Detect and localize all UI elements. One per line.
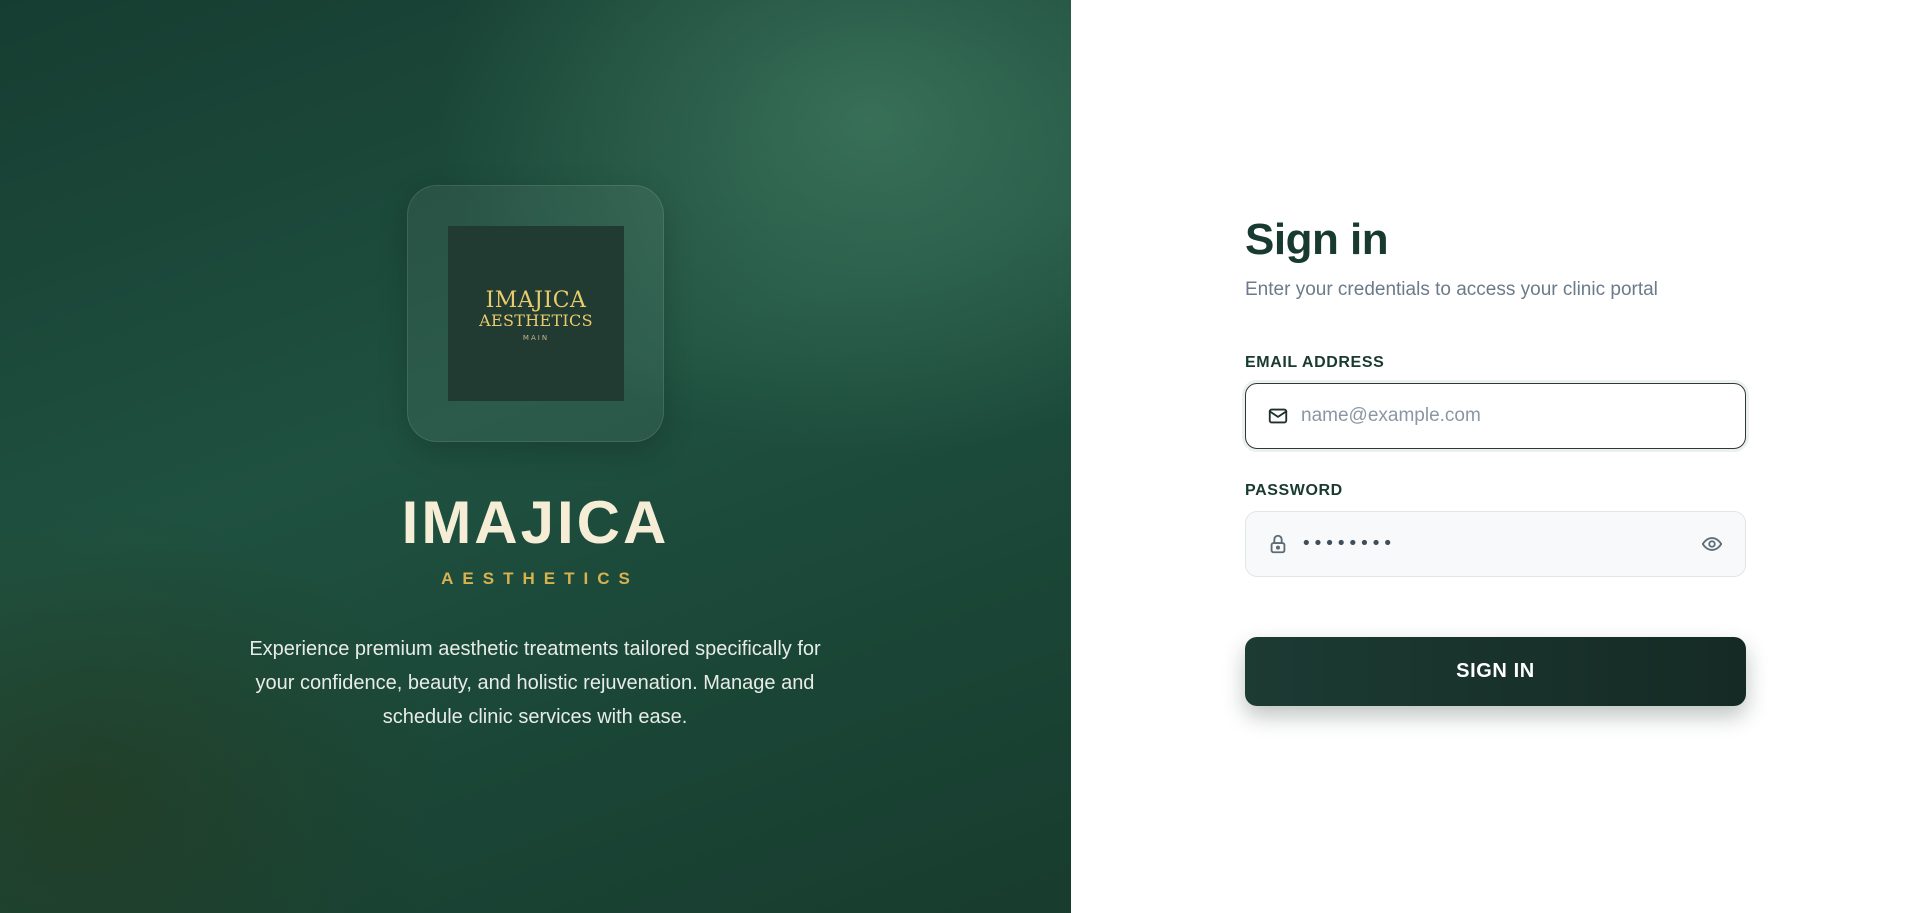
- email-field-wrapper[interactable]: [1245, 383, 1746, 449]
- password-label: PASSWORD: [1245, 482, 1343, 499]
- brand-logo: IMAJICA AESTHETICS MAIN: [448, 226, 624, 401]
- signin-panel: [1071, 0, 1916, 913]
- eye-icon[interactable]: [1699, 531, 1725, 557]
- logo-location: MAIN: [522, 333, 550, 342]
- logo-wordmark: IMAJICA: [485, 287, 587, 313]
- signin-title: Sign in: [1245, 215, 1389, 264]
- email-label: EMAIL ADDRESS: [1245, 354, 1385, 371]
- password-input[interactable]: ••••••••: [1301, 511, 1699, 577]
- logo-subword: AESTHETICS: [479, 310, 593, 330]
- mail-icon: [1267, 405, 1289, 427]
- password-field-wrapper[interactable]: ••••••••: [1245, 511, 1746, 577]
- lock-icon: [1267, 533, 1289, 555]
- brand-description: Experience premium aesthetic treatments …: [249, 638, 821, 728]
- email-input[interactable]: [1301, 384, 1745, 448]
- signin-subtitle: Enter your credentials to access your cl…: [1245, 279, 1658, 300]
- brand-name: IMAJICA: [401, 489, 670, 556]
- signin-button[interactable]: SIGN IN: [1245, 637, 1746, 706]
- brand-tagline: AESTHETICS: [441, 569, 639, 588]
- brand-panel: [0, 0, 1071, 913]
